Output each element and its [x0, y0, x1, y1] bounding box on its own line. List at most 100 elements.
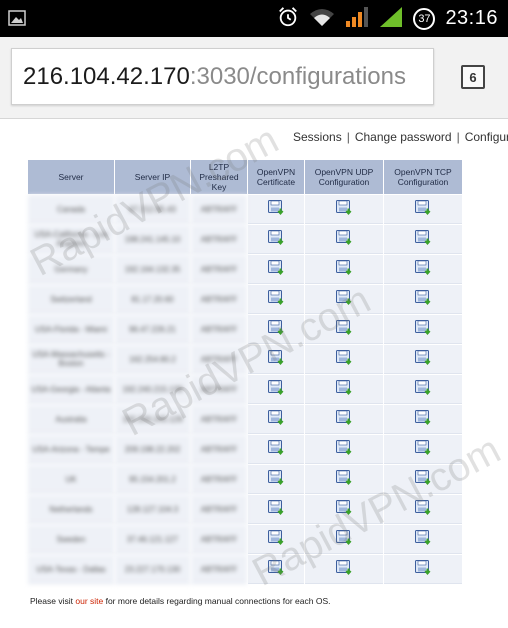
openvpn-tcp-config-download-icon[interactable] — [414, 499, 432, 517]
server-ip-cell: 81.17.20.60 — [115, 285, 190, 314]
our-site-link[interactable]: our site — [75, 596, 103, 606]
openvpn-tcp-config-download-icon[interactable] — [414, 379, 432, 397]
download-cell — [248, 225, 304, 254]
openvpn-certificate-download-icon[interactable] — [267, 469, 285, 487]
nav-configurations-link[interactable]: Configurations — [465, 130, 508, 144]
download-cell — [384, 495, 462, 524]
openvpn-tcp-config-download-icon[interactable] — [414, 229, 432, 247]
openvpn-udp-config-download-icon[interactable] — [335, 319, 353, 337]
openvpn-udp-config-download-icon[interactable] — [335, 469, 353, 487]
table-row: USA-Georgia - Atlanta 192.240.215.138 ABTR… — [28, 375, 462, 404]
openvpn-tcp-config-download-icon[interactable] — [414, 259, 432, 277]
openvpn-certificate-download-icon[interactable] — [267, 199, 285, 217]
openvpn-udp-config-download-icon[interactable] — [335, 229, 353, 247]
openvpn-certificate-download-icon[interactable] — [267, 409, 285, 427]
address-bar[interactable]: 216.104.42.170:3030/configurations — [11, 48, 434, 105]
tab-switcher-button[interactable]: 6 — [461, 65, 485, 89]
openvpn-tcp-config-download-icon[interactable] — [414, 199, 432, 217]
server-ip-cell: 95.154.201.2 — [115, 465, 190, 494]
openvpn-certificate-download-icon[interactable] — [267, 379, 285, 397]
server-name-cell: Canada — [28, 195, 114, 224]
openvpn-certificate-download-icon[interactable] — [267, 229, 285, 247]
server-name-cell: USA-Georgia - Atlanta — [28, 375, 114, 404]
openvpn-tcp-config-download-icon[interactable] — [414, 439, 432, 457]
download-cell — [248, 195, 304, 224]
server-ip-cell: 96.47.226.21 — [115, 315, 190, 344]
openvpn-tcp-config-download-icon[interactable] — [414, 409, 432, 427]
download-cell — [384, 285, 462, 314]
col-header-openvpn-certificate: OpenVPN Certificate — [248, 160, 304, 194]
preshared-key-cell: ABTRAFF — [191, 195, 247, 224]
openvpn-udp-config-download-icon[interactable] — [335, 409, 353, 427]
openvpn-certificate-download-icon[interactable] — [267, 289, 285, 307]
openvpn-certificate-download-icon[interactable] — [267, 439, 285, 457]
url-text[interactable]: 216.104.42.170:3030/configurations — [23, 63, 406, 91]
table-row: Germany 192.164.132.35 ABTRAFF — [28, 255, 462, 284]
download-cell — [248, 525, 304, 554]
server-ip-cell: 192.200.245.129 — [115, 405, 190, 434]
openvpn-certificate-download-icon[interactable] — [267, 499, 285, 517]
server-name-cell: Netherlands — [28, 495, 114, 524]
openvpn-udp-config-download-icon[interactable] — [335, 559, 353, 577]
server-ip-cell: 67.212.85.43 — [115, 195, 190, 224]
nav-change-password-link[interactable]: Change password — [355, 130, 452, 144]
nav-separator: | — [346, 130, 350, 144]
signal-icon — [345, 6, 369, 32]
openvpn-certificate-download-icon[interactable] — [267, 529, 285, 547]
download-cell — [305, 195, 383, 224]
download-cell — [305, 315, 383, 344]
download-cell — [384, 345, 462, 374]
openvpn-tcp-config-download-icon[interactable] — [414, 559, 432, 577]
openvpn-udp-config-download-icon[interactable] — [335, 259, 353, 277]
openvpn-udp-config-download-icon[interactable] — [335, 499, 353, 517]
preshared-key-cell: ABTRAFF — [191, 285, 247, 314]
openvpn-tcp-config-download-icon[interactable] — [414, 349, 432, 367]
openvpn-certificate-download-icon[interactable] — [267, 319, 285, 337]
openvpn-certificate-download-icon[interactable] — [267, 559, 285, 577]
wifi-icon — [309, 7, 335, 31]
signal-icon — [379, 6, 403, 32]
preshared-key-cell: ABTRAFF — [191, 375, 247, 404]
openvpn-udp-config-download-icon[interactable] — [335, 379, 353, 397]
download-cell — [248, 285, 304, 314]
openvpn-certificate-download-icon[interactable] — [267, 349, 285, 367]
nav-sessions-link[interactable]: Sessions — [293, 130, 342, 144]
openvpn-udp-config-download-icon[interactable] — [335, 439, 353, 457]
openvpn-tcp-config-download-icon[interactable] — [414, 289, 432, 307]
server-name-cell: Australia — [28, 405, 114, 434]
download-cell — [384, 405, 462, 434]
footer-text-before: Please visit — [30, 596, 76, 606]
preshared-key-cell: ABTRAFF — [191, 495, 247, 524]
preshared-key-cell: ABTRAFF — [191, 525, 247, 554]
browser-toolbar: 216.104.42.170:3030/configurations 6 — [0, 37, 508, 119]
server-ip-cell: 192.164.132.35 — [115, 255, 190, 284]
server-name-cell: USA-Massachusetts - Boston — [28, 345, 114, 374]
download-cell — [305, 255, 383, 284]
table-row: USA-Florida - Miami 96.47.226.21 ABTRAFF — [28, 315, 462, 344]
openvpn-udp-config-download-icon[interactable] — [335, 289, 353, 307]
col-header-openvpn-tcp: OpenVPN TCP Configuration — [384, 160, 462, 194]
preshared-key-cell: ABTRAFF — [191, 225, 247, 254]
server-name-cell: Sweden — [28, 525, 114, 554]
footer-note: Please visit our site for more details r… — [30, 596, 331, 606]
openvpn-tcp-config-download-icon[interactable] — [414, 529, 432, 547]
table-header-row: Server Server IP L2TP Preshared Key Open… — [28, 160, 462, 194]
openvpn-tcp-config-download-icon[interactable] — [414, 469, 432, 487]
table-row: USA-Arizona - Tempe 209.198.22.202 ABTRAFF — [28, 435, 462, 464]
download-cell — [248, 495, 304, 524]
table-row: USA-Texas - Dallas 23.227.170.130 ABTRAFF — [28, 555, 462, 584]
server-ip-cell: 192.240.215.138 — [115, 375, 190, 404]
notification-count-badge: 37 — [413, 7, 436, 30]
openvpn-tcp-config-download-icon[interactable] — [414, 319, 432, 337]
openvpn-certificate-download-icon[interactable] — [267, 259, 285, 277]
openvpn-udp-config-download-icon[interactable] — [335, 529, 353, 547]
server-name-cell: USA-California - Los Angeles — [28, 225, 114, 254]
col-header-openvpn-udp: OpenVPN UDP Configuration — [305, 160, 383, 194]
download-cell — [384, 195, 462, 224]
openvpn-udp-config-download-icon[interactable] — [335, 349, 353, 367]
download-cell — [305, 465, 383, 494]
table-row: Canada 67.212.85.43 ABTRAFF — [28, 195, 462, 224]
openvpn-udp-config-download-icon[interactable] — [335, 199, 353, 217]
table-row: Australia 192.200.245.129 ABTRAFF — [28, 405, 462, 434]
download-cell — [384, 555, 462, 584]
